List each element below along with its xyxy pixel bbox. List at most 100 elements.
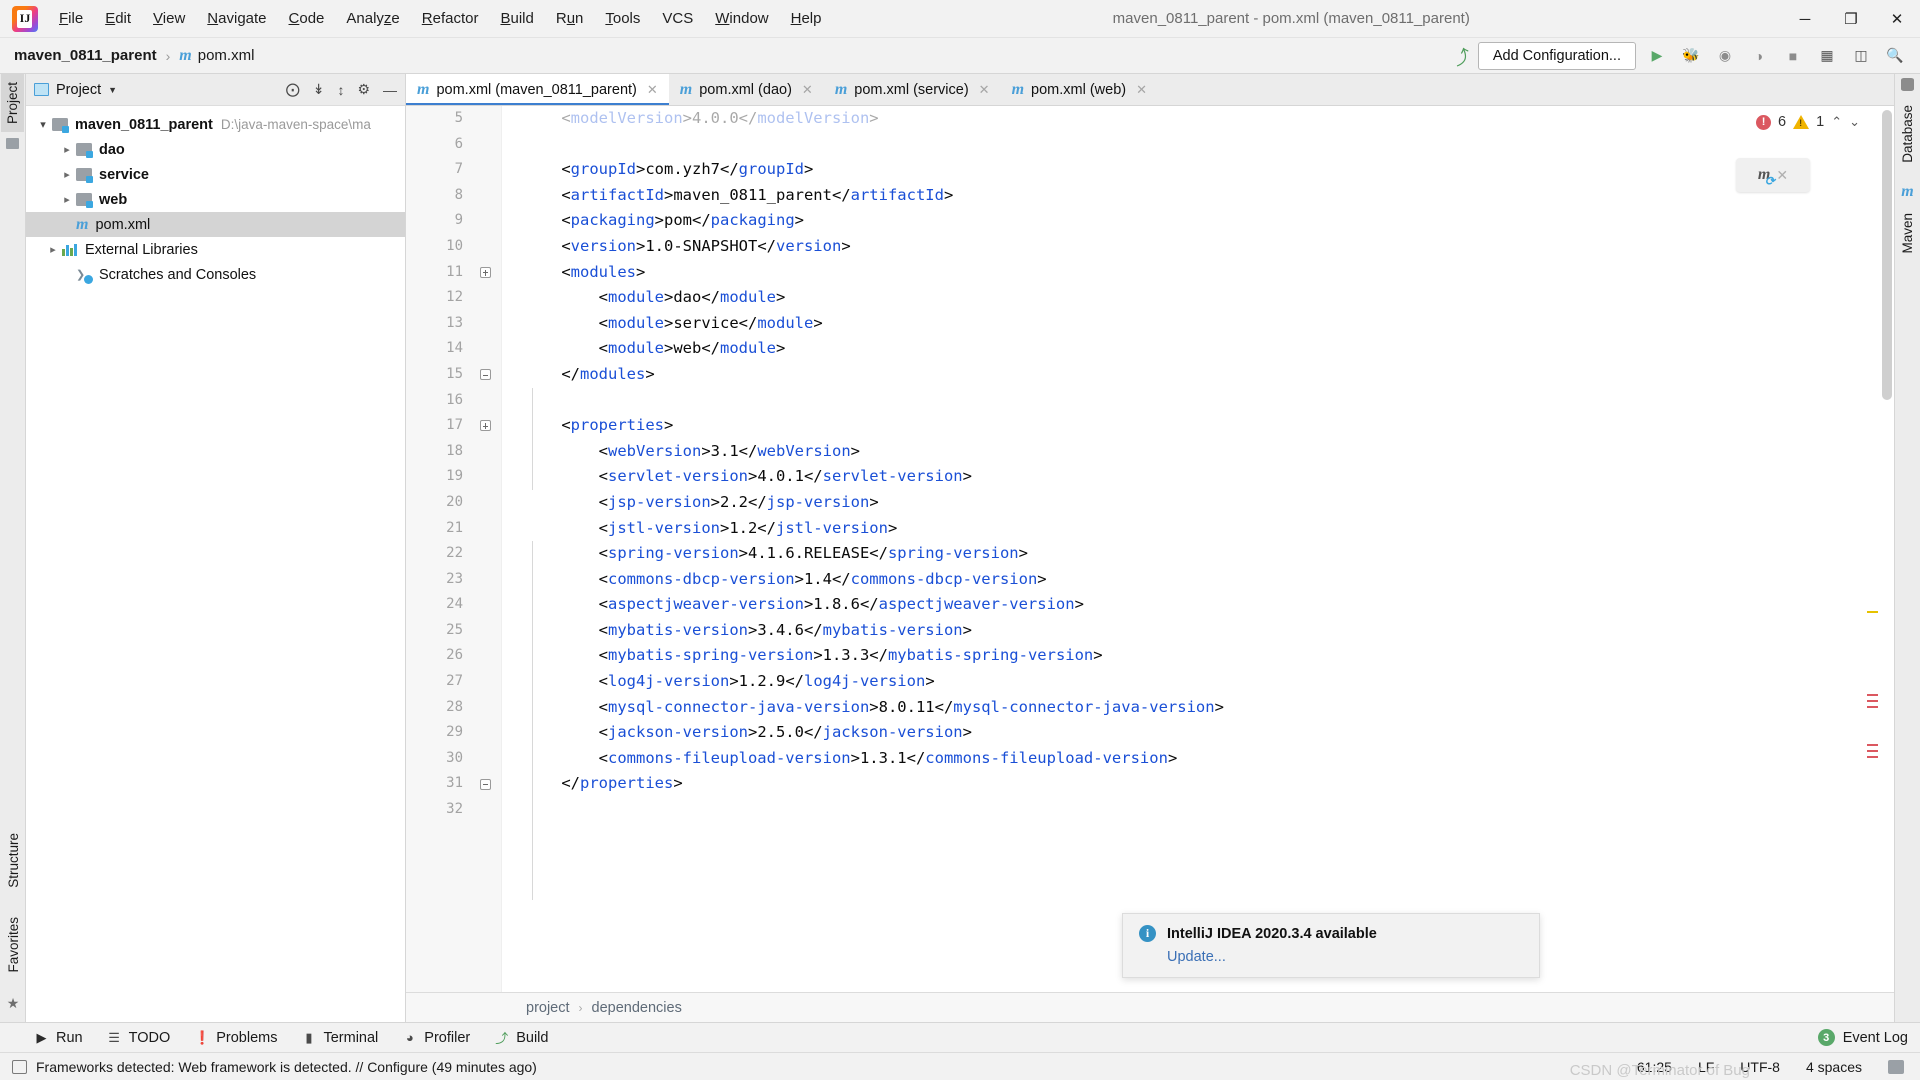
code-line[interactable]: <modelVersion>4.0.0</modelVersion> xyxy=(524,106,1866,132)
tool-window-run[interactable]: ▶ Run xyxy=(34,1030,83,1046)
navbar-project[interactable]: maven_0811_parent xyxy=(14,47,157,64)
tree-node-scratches-and-consoles[interactable]: ❯ Scratches and Consoles xyxy=(26,262,405,287)
menu-run[interactable]: Run xyxy=(545,6,595,31)
tool-window-terminal[interactable]: ▮ Terminal xyxy=(301,1030,378,1046)
editor-tab-pom-web[interactable]: m pom.xml (web) ✕ xyxy=(1000,74,1159,105)
editor-tab-pom-maven_0811_parent[interactable]: m pom.xml (maven_0811_parent) ✕ xyxy=(406,74,669,105)
tree-node-external-libraries[interactable]: ▸ External Libraries xyxy=(26,237,405,262)
tree-node-pom-xml[interactable]: m pom.xml xyxy=(26,212,405,237)
collapse-all-icon[interactable]: ↡ xyxy=(313,81,325,98)
editor-viewport[interactable]: 5 6 7 8 9 10 11 12 13 14 15 16 17 18 19 20 21 22 23 24 25 26 2… xyxy=(406,106,1894,992)
profile-icon[interactable]: ◑ xyxy=(1746,43,1772,69)
stop-icon[interactable]: ■ xyxy=(1780,43,1806,69)
tab-close-icon[interactable]: ✕ xyxy=(647,82,658,98)
tool-window-todo[interactable]: ☰ TODO xyxy=(107,1030,170,1046)
error-marker[interactable] xyxy=(1867,706,1878,708)
menu-vcs[interactable]: VCS xyxy=(651,6,704,31)
code-line[interactable]: <jstl-version>1.2</jstl-version> xyxy=(524,516,1866,542)
maven-reload-icon[interactable]: m ⟳ xyxy=(1758,166,1775,188)
file-encoding[interactable]: UTF-8 xyxy=(1740,1059,1780,1075)
error-marker[interactable] xyxy=(1867,744,1878,746)
read-only-icon[interactable] xyxy=(1888,1059,1904,1074)
menu-tools[interactable]: Tools xyxy=(594,6,651,31)
code-line[interactable]: </properties> xyxy=(524,771,1866,797)
error-marker[interactable] xyxy=(1867,750,1878,752)
breadcrumb-item-project[interactable]: project xyxy=(526,1000,570,1016)
event-log-label[interactable]: Event Log xyxy=(1843,1030,1908,1046)
expand-collapse-icon[interactable]: ↕ xyxy=(337,82,344,98)
debug-icon[interactable]: 🐝 xyxy=(1678,43,1704,69)
error-marker[interactable] xyxy=(1867,756,1878,758)
tree-node-web[interactable]: ▸ web xyxy=(26,187,405,212)
editor-tab-pom-dao[interactable]: m pom.xml (dao) ✕ xyxy=(668,74,824,105)
chevron-collapsed-icon[interactable]: ▸ xyxy=(44,243,62,256)
caret-position[interactable]: 61:25 xyxy=(1637,1059,1672,1075)
code-line[interactable]: <spring-version>4.1.6.RELEASE</spring-ve… xyxy=(524,541,1866,567)
chevron-collapsed-icon[interactable]: ▸ xyxy=(58,168,76,181)
hide-icon[interactable]: — xyxy=(383,82,397,98)
maximize-button[interactable]: ❐ xyxy=(1828,0,1874,38)
prev-problem-icon[interactable]: ⌃ xyxy=(1831,114,1842,130)
chevron-expanded-icon[interactable]: ▾ xyxy=(34,118,52,131)
run-icon[interactable]: ▶ xyxy=(1644,43,1670,69)
fold-collapse-icon[interactable] xyxy=(480,369,491,380)
indent-setting[interactable]: 4 spaces xyxy=(1806,1059,1862,1075)
close-button[interactable]: ✕ xyxy=(1874,0,1920,38)
tab-close-icon[interactable]: ✕ xyxy=(802,82,813,98)
tool-window-profiler[interactable]: ◕ Profiler xyxy=(402,1030,470,1046)
editor-scrollbar[interactable] xyxy=(1880,106,1894,992)
menu-build[interactable]: Build xyxy=(489,6,544,31)
code-line[interactable]: <packaging>pom</packaging> xyxy=(524,208,1866,234)
menu-analyze[interactable]: Analyze xyxy=(335,6,410,31)
code-line[interactable]: <modules> xyxy=(524,260,1866,286)
chevron-collapsed-icon[interactable]: ▸ xyxy=(58,143,76,156)
code-line[interactable]: <mysql-connector-java-version>8.0.11</my… xyxy=(524,695,1866,721)
inspection-widget[interactable]: ! 6 1 ⌃ ⌄ xyxy=(1756,114,1860,130)
status-message[interactable]: Frameworks detected: Web framework is de… xyxy=(36,1059,537,1075)
menu-window[interactable]: Window xyxy=(704,6,779,31)
notification-icon[interactable] xyxy=(12,1059,27,1074)
search-everywhere-icon[interactable]: 🔍 xyxy=(1882,43,1908,69)
code-line[interactable] xyxy=(524,388,1866,414)
sidebar-tab-maven[interactable]: Maven xyxy=(1896,205,1919,262)
menu-bar[interactable]: File Edit View Navigate Code Analyze Ref… xyxy=(48,6,833,31)
code-line[interactable]: <module>web</module> xyxy=(524,336,1866,362)
add-configuration-button[interactable]: Add Configuration... xyxy=(1477,41,1636,70)
tool-window-build[interactable]: ⤴ Build xyxy=(494,1028,548,1047)
code-line[interactable]: <aspectjweaver-version>1.8.6</aspectjwea… xyxy=(524,592,1866,618)
menu-code[interactable]: Code xyxy=(278,6,336,31)
code-line[interactable]: <jsp-version>2.2</jsp-version> xyxy=(524,490,1866,516)
tree-node-service[interactable]: ▸ service xyxy=(26,162,405,187)
code-line[interactable]: <version>1.0-SNAPSHOT</version> xyxy=(524,234,1866,260)
code-line[interactable]: <webVersion>3.1</webVersion> xyxy=(524,439,1866,465)
breadcrumb[interactable]: project › dependencies xyxy=(406,992,1894,1022)
code-line[interactable]: <servlet-version>4.0.1</servlet-version> xyxy=(524,464,1866,490)
menu-navigate[interactable]: Navigate xyxy=(196,6,277,31)
tree-node-maven_0811_parent[interactable]: ▾ maven_0811_parent D:\java-maven-space\… xyxy=(26,112,405,137)
tab-close-icon[interactable]: ✕ xyxy=(979,82,990,98)
code-line[interactable]: <commons-dbcp-version>1.4</commons-dbcp-… xyxy=(524,567,1866,593)
maven-reload-popup[interactable]: m ⟳ ✕ xyxy=(1736,158,1810,192)
notification-update-link[interactable]: Update... xyxy=(1167,949,1523,965)
chevron-collapsed-icon[interactable]: ▸ xyxy=(58,193,76,206)
fold-expand-icon[interactable] xyxy=(480,266,491,278)
code-line[interactable]: <commons-fileupload-version>1.3.1</commo… xyxy=(524,746,1866,772)
chevron-down-icon[interactable]: ▼ xyxy=(108,85,117,95)
menu-refactor[interactable]: Refactor xyxy=(411,6,490,31)
event-log-area[interactable]: 3 Event Log xyxy=(1817,1029,1920,1046)
fold-collapse-icon[interactable] xyxy=(480,778,491,790)
line-number-gutter[interactable]: 5 6 7 8 9 10 11 12 13 14 15 16 17 18 19 20 21 22 23 24 25 26 2… xyxy=(406,106,502,992)
settings-gear-icon[interactable]: ⚙ xyxy=(357,81,370,98)
code-line[interactable]: <module>service</module> xyxy=(524,311,1866,337)
line-separator[interactable]: LF xyxy=(1698,1059,1714,1075)
code-line[interactable]: <artifactId>maven_0811_parent</artifactI… xyxy=(524,183,1866,209)
next-problem-icon[interactable]: ⌄ xyxy=(1849,114,1860,130)
error-marker[interactable] xyxy=(1867,694,1878,696)
breadcrumb-item-dependencies[interactable]: dependencies xyxy=(592,1000,682,1016)
code-line[interactable] xyxy=(524,797,1866,823)
sidebar-tab-database[interactable]: Database xyxy=(1896,97,1919,171)
menu-help[interactable]: Help xyxy=(780,6,833,31)
code-line[interactable]: <mybatis-spring-version>1.3.3</mybatis-s… xyxy=(524,643,1866,669)
coverage-icon[interactable]: ◉ xyxy=(1712,43,1738,69)
code-line[interactable]: <module>dao</module> xyxy=(524,285,1866,311)
